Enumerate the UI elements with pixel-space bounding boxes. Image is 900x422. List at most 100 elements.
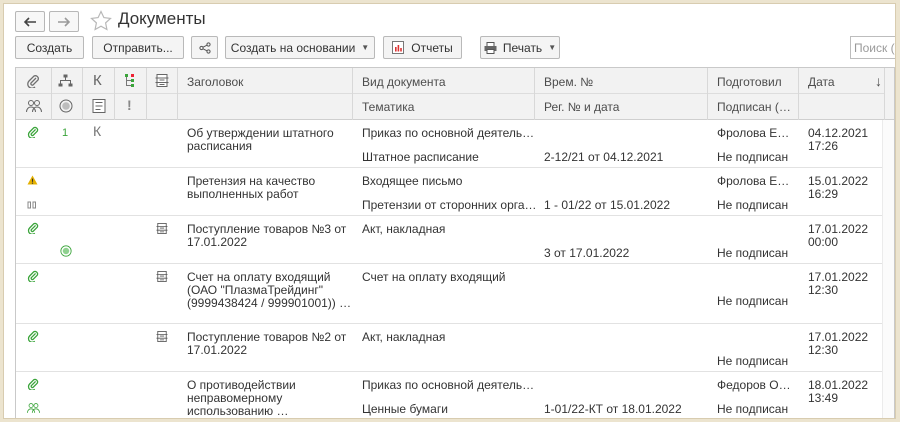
share-icon	[198, 41, 211, 54]
doc-title: Претензия на качество выполненных работ	[187, 174, 316, 201]
forward-button[interactable]	[49, 11, 79, 32]
table-row[interactable]: О противодействии неправомерному использ…	[16, 372, 894, 418]
search-input[interactable]: Поиск (Ctrl+F)	[850, 36, 895, 59]
row-number: 1	[62, 127, 69, 139]
hierarchy-icon[interactable]	[58, 74, 73, 88]
doc-signed: Не подписан	[717, 402, 789, 416]
signed-column-header[interactable]: Подписан (…	[717, 100, 791, 114]
doc-date: 17.01.2022 00:00	[808, 222, 869, 249]
doc-title: Поступление товаров №3 от 17.01.2022	[187, 222, 347, 249]
pause-icon	[27, 201, 36, 209]
document-register-icon[interactable]	[155, 74, 169, 87]
create-based-on-button[interactable]: Создать на основании ▼	[225, 36, 375, 59]
doc-type-column-header[interactable]: Вид документа	[362, 75, 446, 89]
page-title: Документы	[118, 9, 206, 28]
k-column-header[interactable]: К	[93, 72, 102, 89]
doc-signed: Не подписан	[717, 150, 789, 164]
doc-date: 18.01.2022 13:49	[808, 378, 869, 405]
arrow-left-icon	[23, 16, 36, 27]
doc-date: 15.01.2022 16:29	[808, 174, 869, 201]
attachment-icon	[27, 378, 39, 390]
doc-title: О противодействии неправомерному использ…	[187, 378, 296, 418]
doc-signed: Не подписан	[717, 354, 789, 368]
send-button[interactable]: Отправить...	[92, 36, 184, 59]
create-label: Создать	[26, 40, 73, 55]
create-based-label: Создать на основании	[230, 40, 356, 55]
warning-icon	[27, 175, 38, 185]
table-header: К Заголовок Вид документа Врем. № Подгот…	[16, 68, 894, 120]
doc-prepared: Фролова Е…	[717, 126, 790, 140]
users-icon	[27, 403, 40, 413]
attachment-icon	[27, 330, 39, 342]
create-button[interactable]: Создать	[15, 36, 84, 59]
doc-type: Акт, накладная	[362, 330, 446, 344]
table-row[interactable]: Поступление товаров №2 от 17.01.2022 Акт…	[16, 324, 894, 372]
tasks-icon[interactable]	[124, 73, 136, 88]
favorite-star-icon[interactable]	[90, 10, 112, 31]
doc-reg: 1-01/22-КТ от 18.01.2022	[544, 402, 682, 416]
seal-icon[interactable]	[59, 99, 73, 113]
documents-window: Документы Создать Отправить... Создать н…	[3, 3, 896, 419]
document-register-icon	[156, 271, 168, 282]
attachment-icon[interactable]	[26, 74, 40, 88]
print-label: Печать	[502, 40, 543, 55]
report-icon	[392, 41, 405, 54]
doc-type: Счет на оплату входящий	[362, 270, 506, 284]
print-button[interactable]: Печать ▼	[480, 36, 560, 59]
doc-signed: Не подписан	[717, 294, 789, 308]
date-column-header[interactable]: Дата	[808, 75, 835, 89]
chevron-down-icon: ▼	[361, 43, 370, 52]
doc-title: Об утверждении штатного расписания	[187, 126, 334, 153]
doc-topic: Штатное расписание	[362, 150, 479, 164]
doc-reg: 2-12/21 от 04.12.2021	[544, 150, 664, 164]
share-button[interactable]	[191, 36, 218, 59]
documents-table: К Заголовок Вид документа Врем. № Подгот…	[15, 67, 895, 418]
doc-title: Поступление товаров №2 от 17.01.2022	[187, 330, 347, 357]
users-icon[interactable]	[26, 99, 42, 113]
doc-type: Входящее письмо	[362, 174, 463, 188]
send-label: Отправить...	[103, 40, 173, 55]
attachment-icon	[27, 222, 39, 234]
doc-date: 17.01.2022 12:30	[808, 270, 869, 297]
sort-descending-icon[interactable]: ↓	[875, 73, 882, 89]
doc-topic: Претензии от сторонних орга…	[362, 198, 537, 212]
doc-type: Приказ по основной деятель…	[362, 378, 535, 392]
form-icon[interactable]	[92, 99, 106, 113]
title-column-header[interactable]: Заголовок	[187, 75, 243, 89]
doc-signed: Не подписан	[717, 198, 789, 212]
table-row[interactable]: Поступление товаров №3 от 17.01.2022 Акт…	[16, 216, 894, 264]
time-number-column-header[interactable]: Врем. №	[544, 75, 593, 89]
seal-icon	[60, 245, 72, 257]
topic-column-header[interactable]: Тематика	[362, 100, 414, 114]
doc-type: Приказ по основной деятель…	[362, 126, 535, 140]
chevron-down-icon: ▼	[548, 43, 557, 52]
reports-button[interactable]: Отчеты	[383, 36, 462, 59]
document-register-icon	[156, 331, 168, 342]
table-row[interactable]: 1 К Об утверждении штатного расписания П…	[16, 120, 894, 168]
k-mark: К	[93, 123, 102, 139]
attachment-icon	[27, 270, 39, 282]
doc-reg: 1 - 01/22 от 15.01.2022	[544, 198, 670, 212]
document-register-icon	[156, 223, 168, 234]
doc-prepared: Фролова Е…	[717, 174, 790, 188]
table-row[interactable]: Претензия на качество выполненных работ …	[16, 168, 894, 216]
search-placeholder: Поиск (Ctrl+F)	[854, 41, 895, 55]
doc-reg: 3 от 17.01.2022	[544, 246, 630, 260]
prepared-column-header[interactable]: Подготовил	[717, 75, 782, 89]
doc-prepared: Федоров О…	[717, 378, 791, 392]
reg-number-column-header[interactable]: Рег. № и дата	[544, 100, 619, 114]
reports-label: Отчеты	[411, 40, 453, 55]
back-button[interactable]	[15, 11, 45, 32]
arrow-right-icon	[58, 16, 71, 27]
doc-type: Акт, накладная	[362, 222, 446, 236]
doc-topic: Ценные бумаги	[362, 402, 448, 416]
table-row[interactable]: Счет на оплату входящий (ОАО "ПлазмаТрей…	[16, 264, 894, 324]
importance-column-header[interactable]: !	[127, 97, 132, 113]
doc-title: Счет на оплату входящий (ОАО "ПлазмаТрей…	[187, 270, 352, 310]
doc-signed: Не подписан	[717, 246, 789, 260]
attachment-icon	[27, 126, 39, 138]
doc-date: 17.01.2022 12:30	[808, 330, 869, 357]
vertical-scrollbar[interactable]	[882, 120, 894, 418]
doc-date: 04.12.2021 17:26	[808, 126, 869, 153]
printer-icon	[484, 41, 497, 54]
